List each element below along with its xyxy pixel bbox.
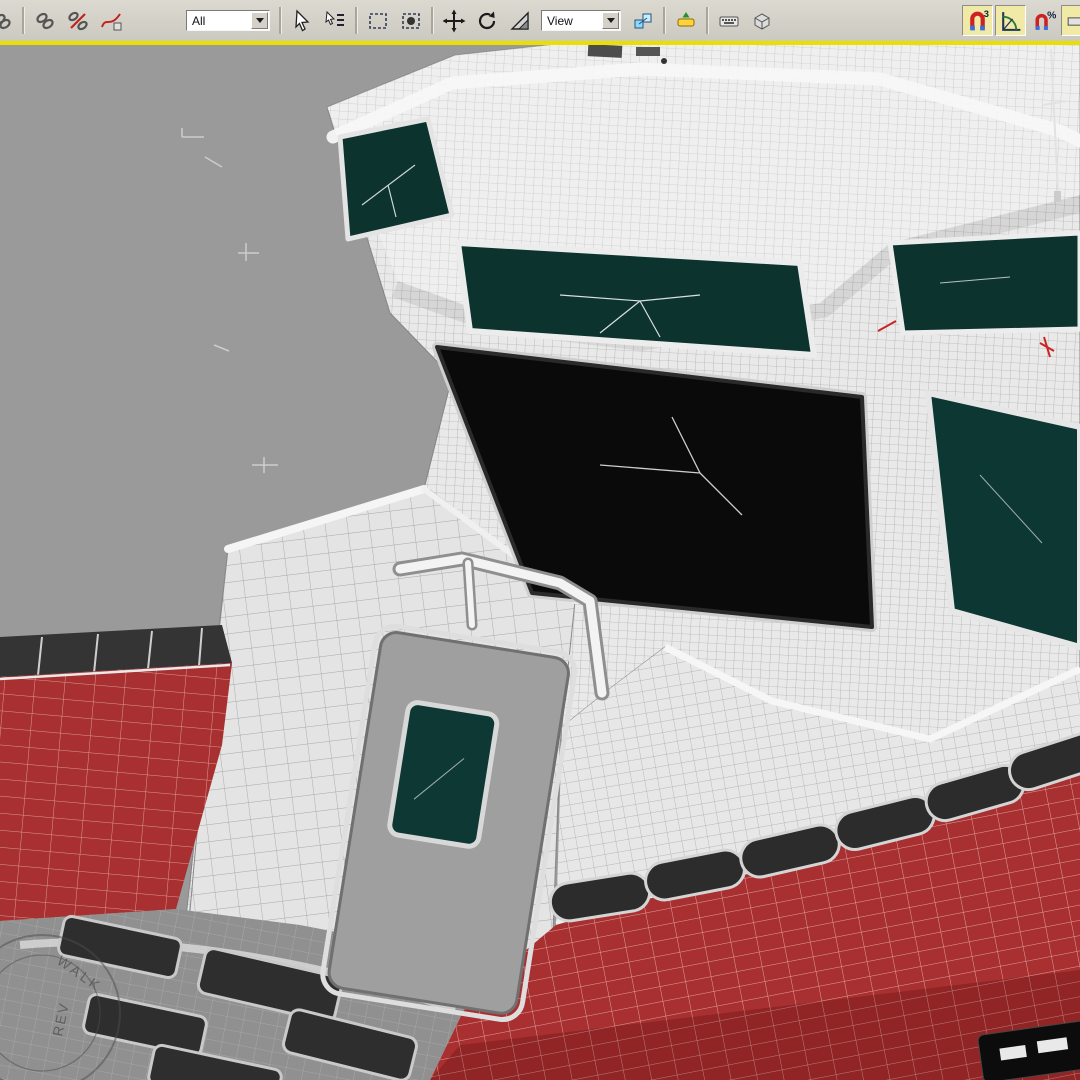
toolbar-separator bbox=[22, 7, 24, 34]
toolbar-separator bbox=[663, 7, 665, 34]
main-toolbar: All View 3 % bbox=[0, 0, 1080, 45]
select-and-link-icon[interactable] bbox=[29, 5, 60, 36]
snap-toggle-3d-icon[interactable]: 3 bbox=[962, 5, 993, 36]
unlink-selection-icon[interactable] bbox=[62, 5, 93, 36]
dropdown-arrow-button[interactable] bbox=[602, 12, 619, 29]
rectangular-selection-region-icon[interactable] bbox=[362, 5, 393, 36]
door-window bbox=[387, 700, 500, 849]
select-and-scale-icon[interactable] bbox=[504, 5, 535, 36]
select-object-icon[interactable] bbox=[286, 5, 317, 36]
select-and-manipulate-icon[interactable] bbox=[670, 5, 701, 36]
window-crossing-toggle-icon[interactable] bbox=[395, 5, 426, 36]
chevron-down-icon bbox=[255, 18, 264, 23]
select-by-name-icon[interactable] bbox=[319, 5, 350, 36]
dropdown-arrow-button[interactable] bbox=[251, 12, 268, 29]
reference-coordinate-dropdown[interactable]: View bbox=[541, 10, 621, 31]
perspective-viewport[interactable]: WALK REV bbox=[0, 45, 1080, 1080]
percent-snap-toggle-icon[interactable]: % bbox=[1028, 5, 1059, 36]
bind-to-space-warp-icon[interactable] bbox=[95, 5, 126, 36]
toolbar-separator bbox=[706, 7, 708, 34]
keyboard-shortcut-override-icon[interactable] bbox=[713, 5, 744, 36]
named-selection-cube-icon[interactable] bbox=[746, 5, 777, 36]
select-and-move-icon[interactable] bbox=[438, 5, 469, 36]
partial-link-icon[interactable] bbox=[0, 5, 17, 36]
chevron-down-icon bbox=[606, 18, 615, 23]
toolbar-separator bbox=[279, 7, 281, 34]
selection-filter-value: All bbox=[192, 13, 206, 28]
toolbar-separator bbox=[355, 7, 357, 34]
use-pivot-point-center-icon[interactable] bbox=[627, 5, 658, 36]
toolbar-separator bbox=[431, 7, 433, 34]
svg-text:%: % bbox=[1047, 10, 1056, 21]
selection-filter-dropdown[interactable]: All bbox=[186, 10, 270, 31]
spinner-snap-toggle-icon[interactable] bbox=[1061, 5, 1080, 36]
select-and-rotate-icon[interactable] bbox=[471, 5, 502, 36]
angle-snap-toggle-icon[interactable] bbox=[995, 5, 1026, 36]
reference-coordinate-value: View bbox=[547, 13, 573, 28]
svg-text:3: 3 bbox=[984, 8, 989, 18]
